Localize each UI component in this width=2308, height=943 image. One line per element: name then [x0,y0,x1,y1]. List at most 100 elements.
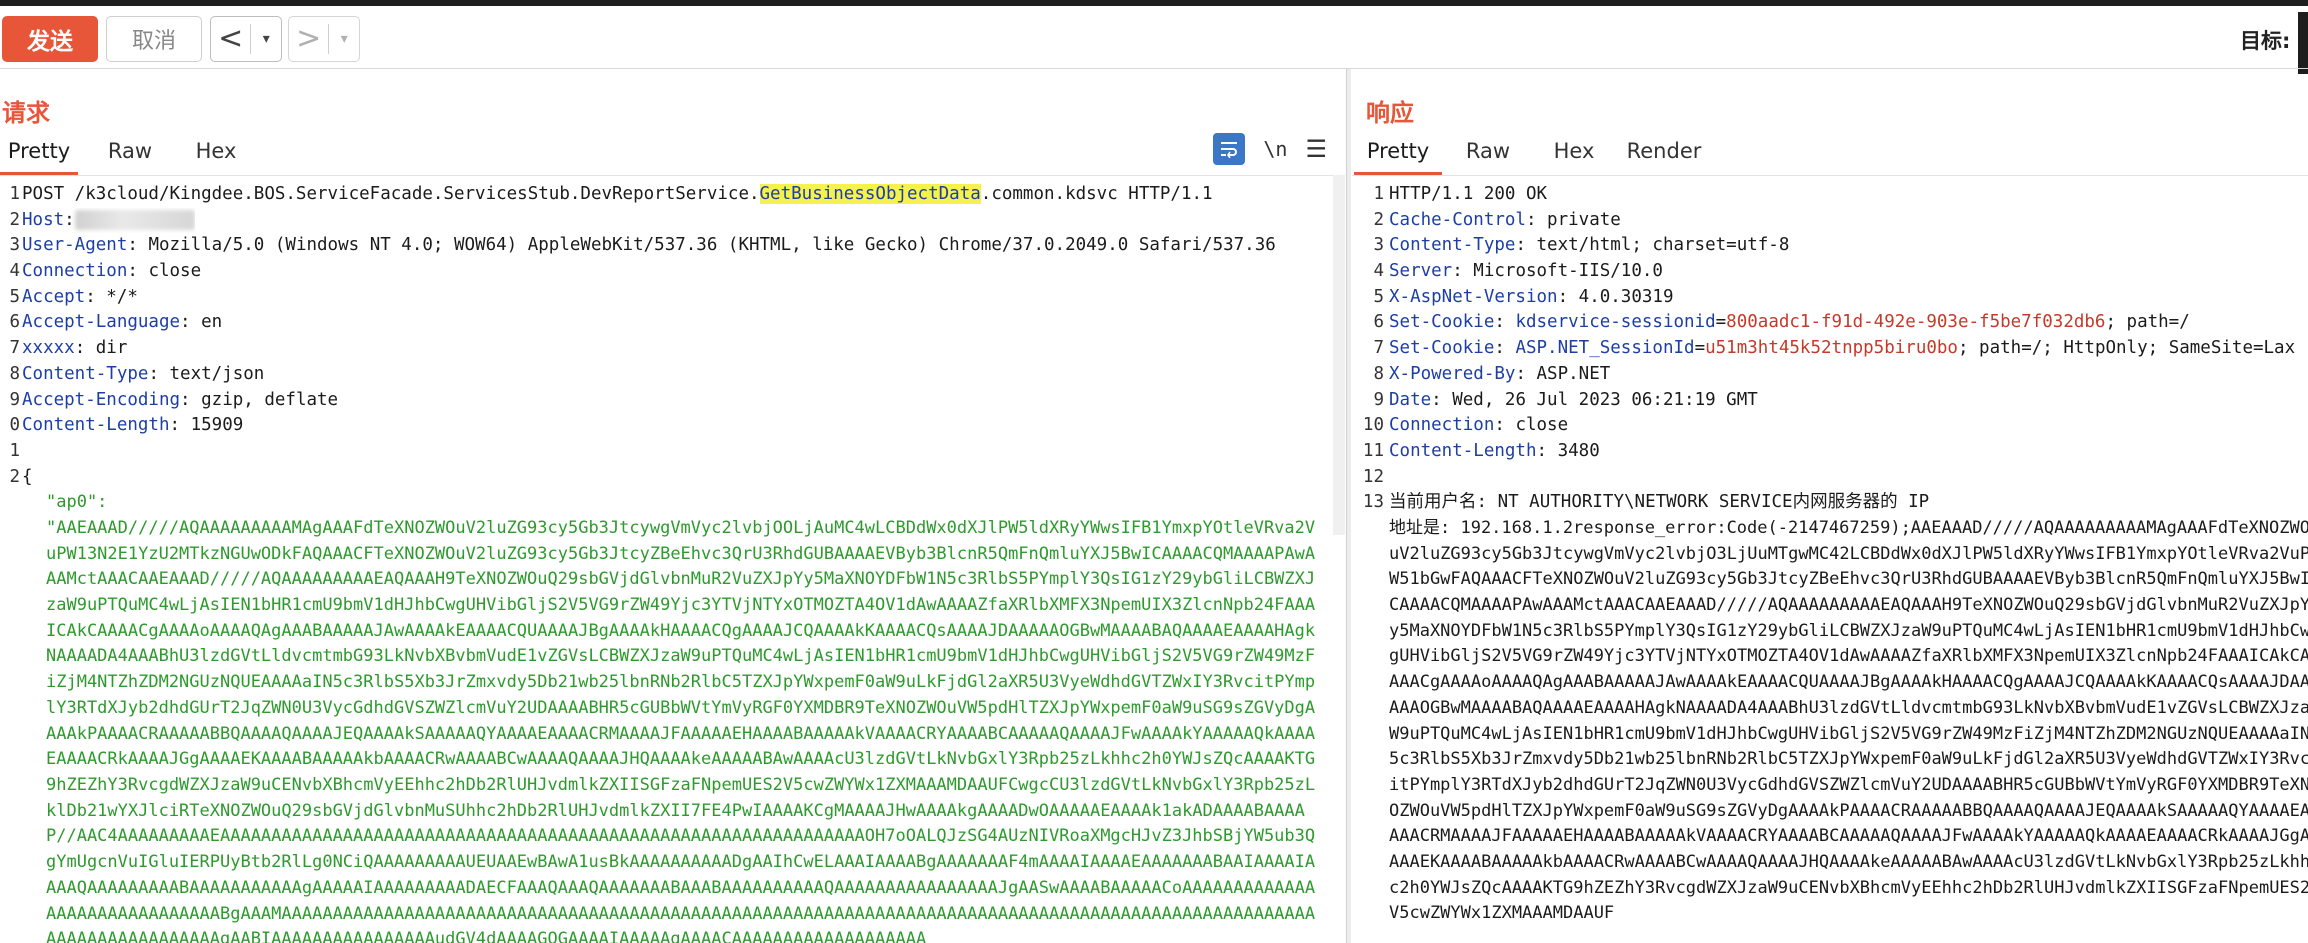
cookie-value: 800aadc1-f91d-492e-903e-f5be7f032db6 [1726,312,2106,333]
line-number: 5 [9,286,20,307]
header-colon: : [1536,440,1548,461]
header-colon: : [74,338,86,359]
header-name: Content-Length [22,415,170,436]
header-colon: : [1515,363,1526,384]
header-name: Date [1389,389,1432,410]
target-label: 目标: [2240,29,2291,53]
line-content: POST /k3cloud/Kingdee.BOS.ServiceFacade.… [20,182,1213,208]
cancel-button[interactable]: 取消 [106,16,202,62]
header-name: X-AspNet-Version [1389,286,1558,307]
request-line: POST /k3cloud/Kingdee.BOS.ServiceFacade.… [22,184,760,204]
code-line: 8 Content-Type: text/json [0,362,1345,388]
line-number: 12 [1362,466,1384,487]
line-number: 1 [1373,184,1384,204]
tab-render[interactable]: Render [1614,129,1714,175]
header-value: 4.0.30319 [1568,286,1674,307]
tab-hex[interactable]: Hex [182,129,250,175]
code-line: 9 Accept-Encoding: gzip, deflate [0,388,1345,414]
text: { [22,466,33,487]
forward-arrow-icon[interactable]: > [289,19,328,59]
code-line: 3 User-Agent: Mozilla/5.0 (Windows NT 4.0… [0,233,1345,259]
code-line: 8 X-Powered-By: ASP.NET [1352,362,2308,388]
code-line: 0 Content-Length: 15909 [0,413,1345,439]
line-content: User-Agent: Mozilla/5.0 (Windows NT 4.0;… [20,233,1276,259]
wrap-lines-icon[interactable] [1213,133,1246,165]
code-line: 4 Server: Microsoft-IIS/10.0 [1352,259,2308,285]
header-colon: : [1525,209,1537,230]
line-content: Content-Length: 15909 [20,413,243,439]
code-line: 2 Host: [0,208,1345,234]
back-dropdown-icon[interactable]: ▾ [251,31,281,47]
request-title: 请求 [2,99,50,127]
line-number: 13 [1362,492,1384,513]
tab-raw[interactable]: Raw [1442,129,1534,175]
line-number: 1 [9,184,20,204]
history-forward-group: > ▾ [288,16,360,62]
header-colon: : [1515,235,1526,256]
header-value: 3480 [1547,440,1600,461]
header-colon: : [127,235,138,256]
code-line: 5 X-AspNet-Version: 4.0.30319 [1352,285,2308,311]
line-content: Accept-Language: en [20,310,222,336]
line-content: Content-Type: text/html; charset=utf-8 [1384,233,1789,259]
request-panel: 请求 Pretty Raw Hex \n ☰ 1 POST /k3cloud/Ki… [0,69,1345,943]
header-name: Connection [22,261,128,282]
header-colon: : [169,415,181,436]
line-number: 9 [9,389,20,410]
line-content: Host: [20,208,195,234]
code-line: 1 POST /k3cloud/Kingdee.BOS.ServiceFacade… [0,182,1345,208]
header-value: */* [95,286,138,307]
line-number: 6 [9,312,20,333]
header-name: Set-Cookie [1389,312,1495,333]
line-content: Accept-Encoding: gzip, deflate [20,388,338,414]
line-content: Connection: close [1384,413,1568,439]
cookie-name: kdservice-sessionid [1515,312,1716,333]
json-key: "ap0": [46,492,108,513]
header-value: Microsoft-IIS/10.0 [1462,261,1663,282]
line-number: 5 [1373,286,1384,307]
line-content: { [20,465,33,491]
header-value: close [137,261,202,282]
back-arrow-icon[interactable]: < [211,19,250,59]
line-content: X-Powered-By: ASP.NET [1384,362,1610,388]
line-content [1384,465,1389,491]
response-editor[interactable]: 1 HTTP/1.1 200 OK 2 Cache-Control: private 3… [1352,175,2308,943]
line-number: 8 [1373,363,1384,384]
line-content: 当前用户名: NT AUTHORITY\NETWORK SERVICE内网服务器… [1384,490,1929,516]
forward-dropdown-icon[interactable]: ▾ [329,31,359,47]
tab-hex[interactable]: Hex [1534,129,1614,175]
code-line: 10 Connection: close [1352,413,2308,439]
header-value: Wed, 26 Jul 2023 06:21:19 GMT [1441,389,1758,410]
code-line: 5 Accept: */* [0,285,1345,311]
header-name: Content-Length [1389,440,1537,461]
panel-splitter[interactable] [1346,69,1351,943]
code-line: 3 Content-Type: text/html; charset=utf-8 [1352,233,2308,259]
highlighted-method: GetBusinessObjectData [759,184,981,204]
line-number: 2 [1373,209,1384,230]
redacted-host [74,209,195,230]
response-title: 响应 [1366,99,1414,127]
request-scrollbar[interactable] [1333,175,1345,535]
tab-pretty[interactable]: Pretty [1354,129,1442,175]
code-line: 9 Date: Wed, 26 Jul 2023 06:21:19 GMT [1352,388,2308,414]
header-colon: : [1431,389,1442,410]
line-content: X-AspNet-Version: 4.0.30319 [1384,285,1673,311]
menu-icon[interactable]: ☰ [1305,135,1327,163]
send-button[interactable]: 发送 [2,16,98,62]
text: 当前用户名: NT AUTHORITY\NETWORK SERVICE内网服务器… [1389,492,1930,513]
line-content: HTTP/1.1 200 OK [1384,182,1547,208]
cookie-eq: = [1715,312,1727,333]
request-line-suffix: .common.kdsvc HTTP/1.1 [980,184,1213,204]
header-value: gzip, deflate [190,389,339,410]
code-line: 7 xxxxx: dir [0,336,1345,362]
line-number: 4 [1373,261,1384,282]
request-editor[interactable]: 1 POST /k3cloud/Kingdee.BOS.ServiceFacade… [0,175,1345,943]
header-colon: : [127,261,138,282]
header-colon: : [1557,286,1569,307]
tab-raw[interactable]: Raw [78,129,182,175]
header-name: Accept-Language [22,312,181,333]
header-name: User-Agent [22,235,128,256]
header-colon: : [148,363,159,384]
newline-toggle-icon[interactable]: \n [1263,137,1287,161]
tab-pretty[interactable]: Pretty [0,129,78,175]
